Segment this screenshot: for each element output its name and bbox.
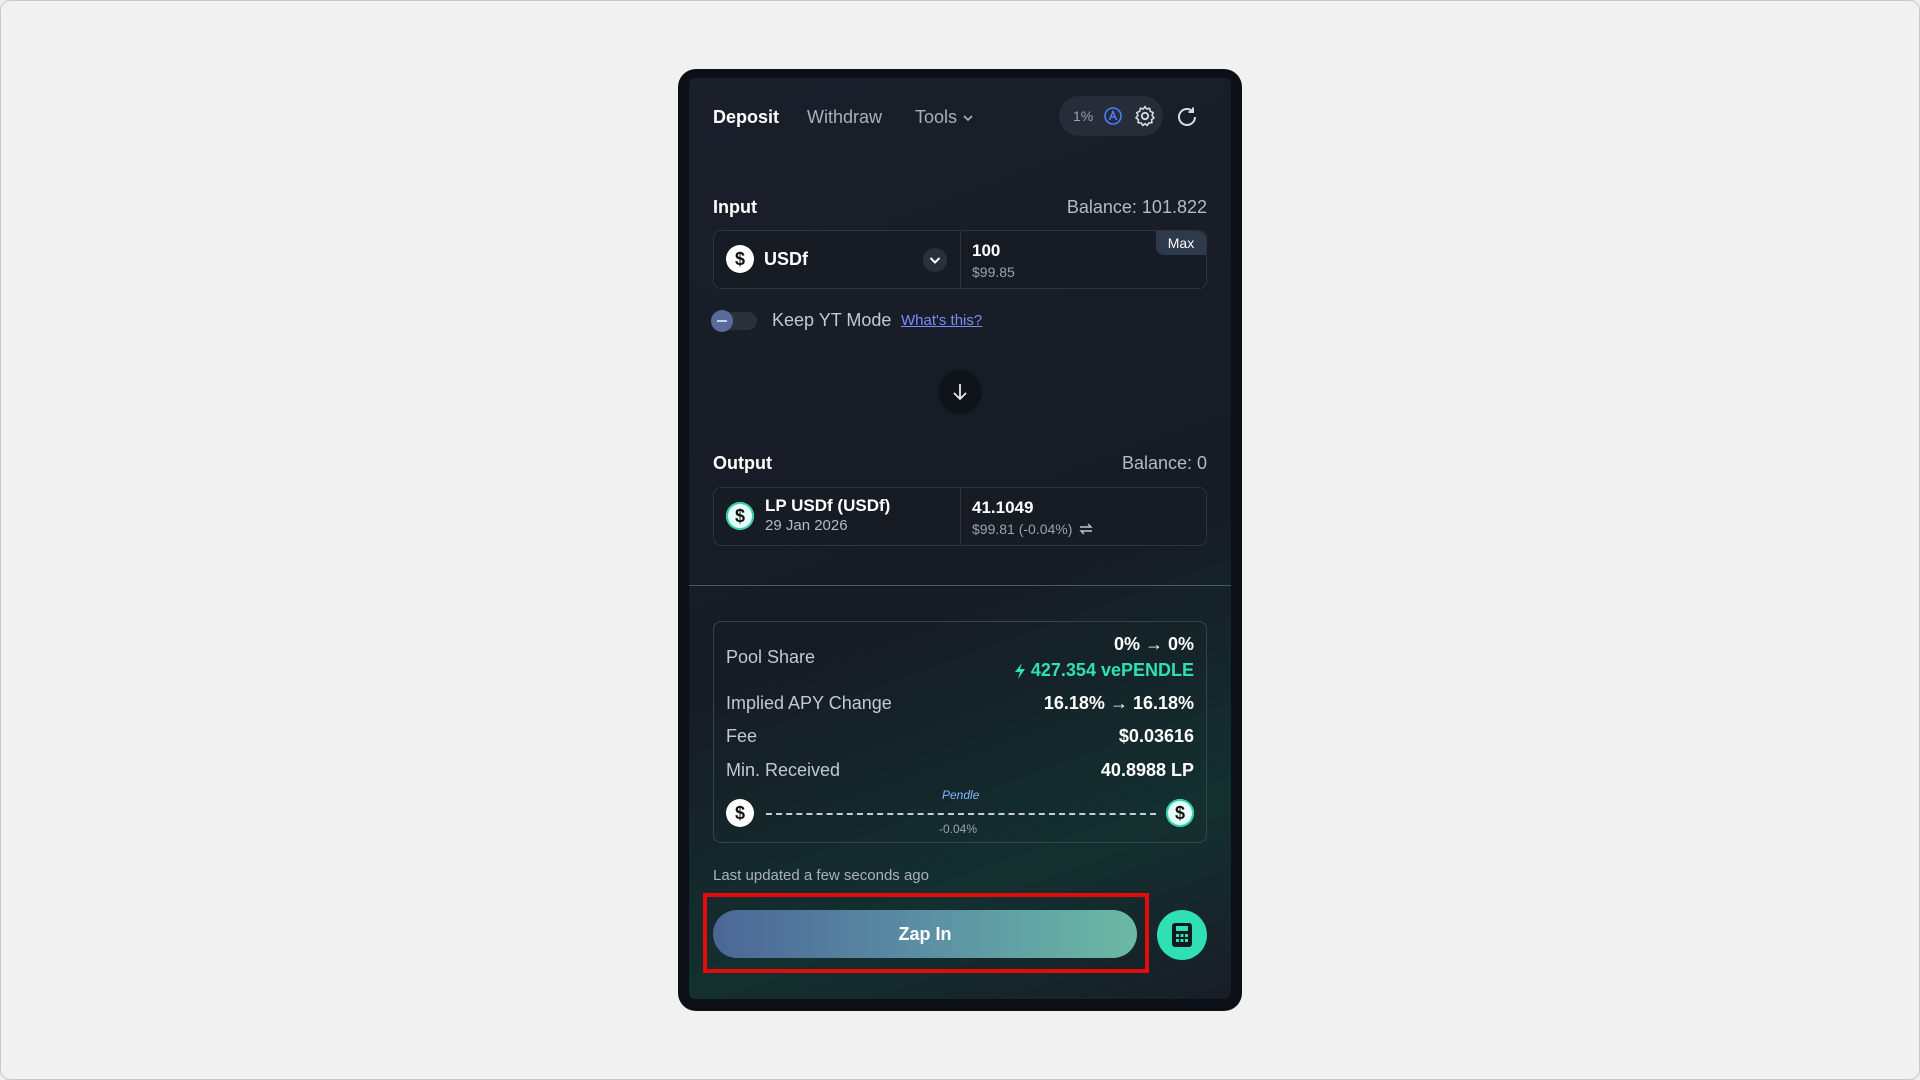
swap-icon[interactable] <box>1078 523 1094 535</box>
input-divider <box>960 231 961 288</box>
vependle-value: 427.354 vePENDLE <box>1030 660 1194 680</box>
pool-share-label: Pool Share <box>726 647 816 667</box>
route-impact: -0.04% <box>939 822 978 836</box>
input-balance: Balance: 101.822 <box>1066 197 1207 217</box>
route-provider: Pendle <box>942 788 980 802</box>
implied-apy-label: Implied APY Change <box>726 693 892 713</box>
deposit-card: Deposit Withdraw Tools 1% Input Balance:… <box>689 78 1231 999</box>
calculator-icon <box>1172 923 1192 947</box>
input-label: Input <box>713 197 757 217</box>
output-label: Output <box>713 453 772 473</box>
section-separator <box>689 585 1231 586</box>
output-divider <box>960 488 961 545</box>
lightning-icon <box>1014 662 1025 679</box>
keep-yt-toggle[interactable] <box>711 310 757 332</box>
token-dropdown-icon[interactable] <box>922 247 948 273</box>
keep-yt-label: Keep YT Mode <box>772 310 892 330</box>
output-amount: 41.1049 <box>972 498 1034 517</box>
usdf-coin-icon: $ <box>726 245 754 273</box>
calculator-button[interactable] <box>1157 910 1207 960</box>
input-token-name: USDf <box>764 248 808 269</box>
whats-this-link[interactable]: What's this? <box>901 312 982 329</box>
settings-pill[interactable]: 1% <box>1059 96 1163 136</box>
vependle-row: 427.354 vePENDLE <box>1013 660 1194 681</box>
fee-label: Fee <box>726 726 758 746</box>
fee-value: $0.03616 <box>1118 726 1194 746</box>
input-token-selector[interactable]: $ USDf <box>726 245 808 273</box>
zap-in-highlight <box>703 893 1149 973</box>
direction-arrow-button[interactable] <box>938 370 982 414</box>
route-end-lp-icon: $ <box>1166 799 1194 827</box>
slippage-value: 1% <box>1073 108 1094 124</box>
max-button[interactable]: Max <box>1156 231 1206 255</box>
pool-share-value: 0% → 0% <box>1113 634 1194 654</box>
tab-deposit[interactable]: Deposit <box>713 107 779 128</box>
min-received-label: Min. Received <box>726 760 841 780</box>
lp-coin-icon: $ <box>726 502 754 530</box>
input-amount[interactable]: 100 <box>972 241 1000 261</box>
min-received-value: 40.8988 LP <box>1100 760 1194 780</box>
output-usd-value: $99.81 (-0.04%) <box>972 521 1073 537</box>
output-token-name: LP USDf (USDf) <box>765 496 891 515</box>
route-line <box>766 813 1156 815</box>
tab-withdraw[interactable]: Withdraw <box>807 107 882 128</box>
output-maturity: 29 Jan 2026 <box>765 517 848 534</box>
details-box: Pool Share 0% → 0% 427.354 vePENDLE Impl… <box>713 621 1207 843</box>
route-start-coin-icon: $ <box>726 799 754 827</box>
auto-icon <box>1104 107 1123 125</box>
toggle-knob <box>711 310 733 332</box>
chevron-down-icon <box>963 114 973 121</box>
tab-tools[interactable]: Tools <box>915 107 975 128</box>
implied-apy-value: 16.18% → 16.18% <box>1043 693 1194 713</box>
output-balance: Balance: 0 <box>1121 453 1207 473</box>
output-box: $ LP USDf (USDf) 29 Jan 2026 41.1049 $99… <box>713 487 1207 546</box>
last-updated-text: Last updated a few seconds ago <box>713 867 929 884</box>
arrow-down-icon <box>953 384 967 401</box>
output-usd-row: $99.81 (-0.04%) <box>972 521 1094 537</box>
input-usd-value: $99.85 <box>972 264 1015 280</box>
input-box: $ USDf 100 $99.85 Max <box>713 230 1207 289</box>
gear-icon[interactable] <box>1133 104 1157 128</box>
refresh-icon[interactable] <box>1175 105 1199 129</box>
tools-label: Tools <box>915 107 958 127</box>
